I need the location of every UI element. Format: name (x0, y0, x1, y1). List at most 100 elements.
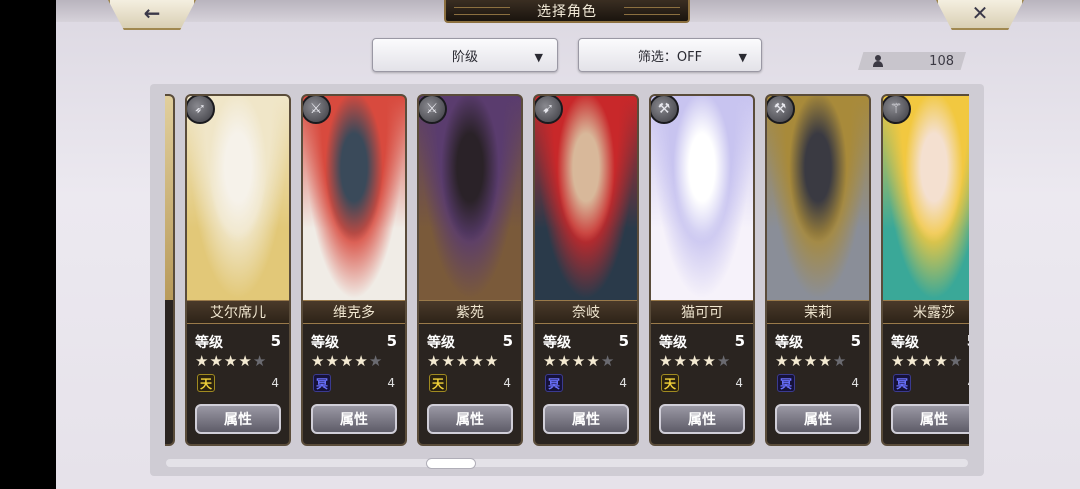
roster-count: 108 (858, 52, 966, 70)
attribute-button-label: 属性 (688, 412, 716, 428)
horizontal-scrollbar[interactable] (166, 459, 968, 467)
star-icon: ★ (673, 352, 687, 370)
star-icon: ★ (659, 352, 673, 370)
attribute-button[interactable]: 属性 (775, 404, 861, 434)
axe-icon: ⚒ (767, 96, 795, 124)
star-icon: ★ (311, 352, 325, 370)
level-label: 等级 (427, 335, 455, 351)
filter-label: 筛选：OFF (637, 49, 703, 65)
element-count: 4 (503, 376, 511, 390)
element-count: 4 (967, 376, 969, 390)
attribute-button[interactable]: 属性 (891, 404, 969, 434)
character-portrait (767, 96, 869, 300)
level-value: 5 (502, 332, 513, 350)
star-rating: ★ ★ ★ ★ ★ (195, 354, 266, 369)
star-icon: ★ (702, 352, 716, 370)
element-icon: 冥 (313, 374, 331, 392)
chevron-down-icon: ▼ (738, 51, 747, 64)
attribute-button[interactable]: 属性 (659, 404, 745, 434)
star-icon: ★ (600, 352, 615, 370)
star-icon: ★ (832, 352, 847, 370)
chevron-down-icon: ▼ (534, 51, 543, 64)
attribute-button[interactable]: 属性 (195, 404, 281, 434)
character-name: 猫可可 (681, 305, 723, 321)
star-icon: ★ (803, 352, 818, 370)
star-icon: ★ (223, 352, 238, 370)
element-icon: 冥 (777, 374, 795, 392)
star-rating: ★ ★ ★ ★ ★ (659, 354, 730, 369)
roster-count-value: 108 (929, 53, 954, 69)
star-icon: ★ (484, 352, 499, 370)
character-portrait (883, 96, 969, 300)
arrow-icon: ➶ (187, 96, 215, 124)
star-icon: ★ (818, 352, 832, 370)
character-name-bar: 茉莉 (767, 300, 869, 324)
character-portrait (651, 96, 753, 300)
grade-sort-dropdown[interactable]: 阶级 ▼ (372, 38, 558, 72)
star-icon: ★ (919, 352, 934, 370)
character-name-bar: 猫可可 (651, 300, 753, 324)
scrollbar-thumb[interactable] (426, 458, 476, 469)
element-count: 4 (735, 376, 743, 390)
level-value: 5 (618, 332, 629, 350)
attribute-button-label: 属性 (920, 412, 948, 428)
character-portrait (535, 96, 637, 300)
element-icon: 天 (197, 374, 215, 392)
character-card-partial[interactable] (165, 94, 175, 446)
star-icon: ★ (775, 352, 789, 370)
sword-icon: ⚔ (303, 96, 331, 124)
close-icon: ✕ (971, 1, 989, 25)
grade-sort-label: 阶级 (451, 49, 478, 65)
character-info: 等级 5 ★ ★ ★ ★ ★ 天 4 属性 (419, 324, 521, 444)
game-screen: ← 选择角色 ✕ 阶级 ▼ 筛选：OFF ▼ 108 ➶ 艾尔席儿 等级 5 ★ ★ ★ ★ ★… (0, 0, 1080, 489)
character-card[interactable]: ➹ 奈岐 等级 5 ★ ★ ★ ★ ★ 冥 4 属性 (533, 94, 639, 446)
level-label: 等级 (775, 335, 803, 351)
star-icon: ★ (687, 352, 702, 370)
character-card[interactable]: ⚒ 茉莉 等级 5 ★ ★ ★ ★ ★ 冥 4 属性 (765, 94, 871, 446)
character-name: 奈岐 (572, 305, 600, 321)
level-label: 等级 (659, 335, 687, 351)
filter-dropdown[interactable]: 筛选：OFF ▼ (578, 38, 762, 72)
character-card[interactable]: ⚔ 维克多 等级 5 ★ ★ ★ ★ ★ 冥 4 属性 (301, 94, 407, 446)
star-icon: ★ (891, 352, 905, 370)
attribute-button-label: 属性 (572, 412, 600, 428)
star-icon: ★ (195, 352, 209, 370)
level-value: 5 (386, 332, 397, 350)
element-icon: 天 (429, 374, 447, 392)
star-icon: ★ (789, 352, 803, 370)
character-name: 米露莎 (913, 305, 955, 321)
attribute-button[interactable]: 属性 (311, 404, 397, 434)
star-rating: ★ ★ ★ ★ ★ (427, 354, 498, 369)
level-value: 5 (850, 332, 861, 350)
level-label: 等级 (311, 335, 339, 351)
star-rating: ★ ★ ★ ★ ★ (311, 354, 382, 369)
character-list[interactable]: ➶ 艾尔席儿 等级 5 ★ ★ ★ ★ ★ 天 4 属性 ⚔ 维克多 等级 5 ★ ★ ★ ★ ★ 冥 4 属性 ⚔ 紫苑 等级 5 ★… (165, 94, 969, 450)
character-card[interactable]: ➶ 艾尔席儿 等级 5 ★ ★ ★ ★ ★ 天 4 属性 (185, 94, 291, 446)
element-icon: 天 (661, 374, 679, 392)
star-icon: ★ (441, 352, 455, 370)
staff-icon: ⚚ (883, 96, 911, 124)
title-ornament-right (624, 7, 680, 15)
attribute-button-label: 属性 (224, 412, 252, 428)
attribute-button[interactable]: 属性 (543, 404, 629, 434)
title-ornament-left (454, 7, 510, 15)
character-portrait (419, 96, 521, 300)
star-rating: ★ ★ ★ ★ ★ (891, 354, 962, 369)
star-icon: ★ (905, 352, 919, 370)
character-card[interactable]: ⚚米露莎等级5★★★★★冥4属性 (881, 94, 969, 446)
character-info: 等级5★★★★★冥4属性 (883, 324, 969, 444)
star-icon: ★ (252, 352, 267, 370)
level-label: 等级 (891, 335, 919, 351)
character-name: 维克多 (333, 305, 375, 321)
character-name: 艾尔席儿 (210, 305, 266, 321)
sword-icon: ⚔ (419, 96, 447, 124)
character-info: 等级 5 ★ ★ ★ ★ ★ 天 4 属性 (651, 324, 753, 444)
page-title: 选择角色 (537, 3, 597, 20)
character-card[interactable]: ⚔ 紫苑 等级 5 ★ ★ ★ ★ ★ 天 4 属性 (417, 94, 523, 446)
character-card[interactable]: ⚒ 猫可可 等级 5 ★ ★ ★ ★ ★ 天 4 属性 (649, 94, 755, 446)
level-value: 5 (270, 332, 281, 350)
star-icon: ★ (470, 352, 484, 370)
element-count: 4 (271, 376, 279, 390)
character-info: 等级 5 ★ ★ ★ ★ ★ 天 4 属性 (187, 324, 289, 444)
attribute-button[interactable]: 属性 (427, 404, 513, 434)
